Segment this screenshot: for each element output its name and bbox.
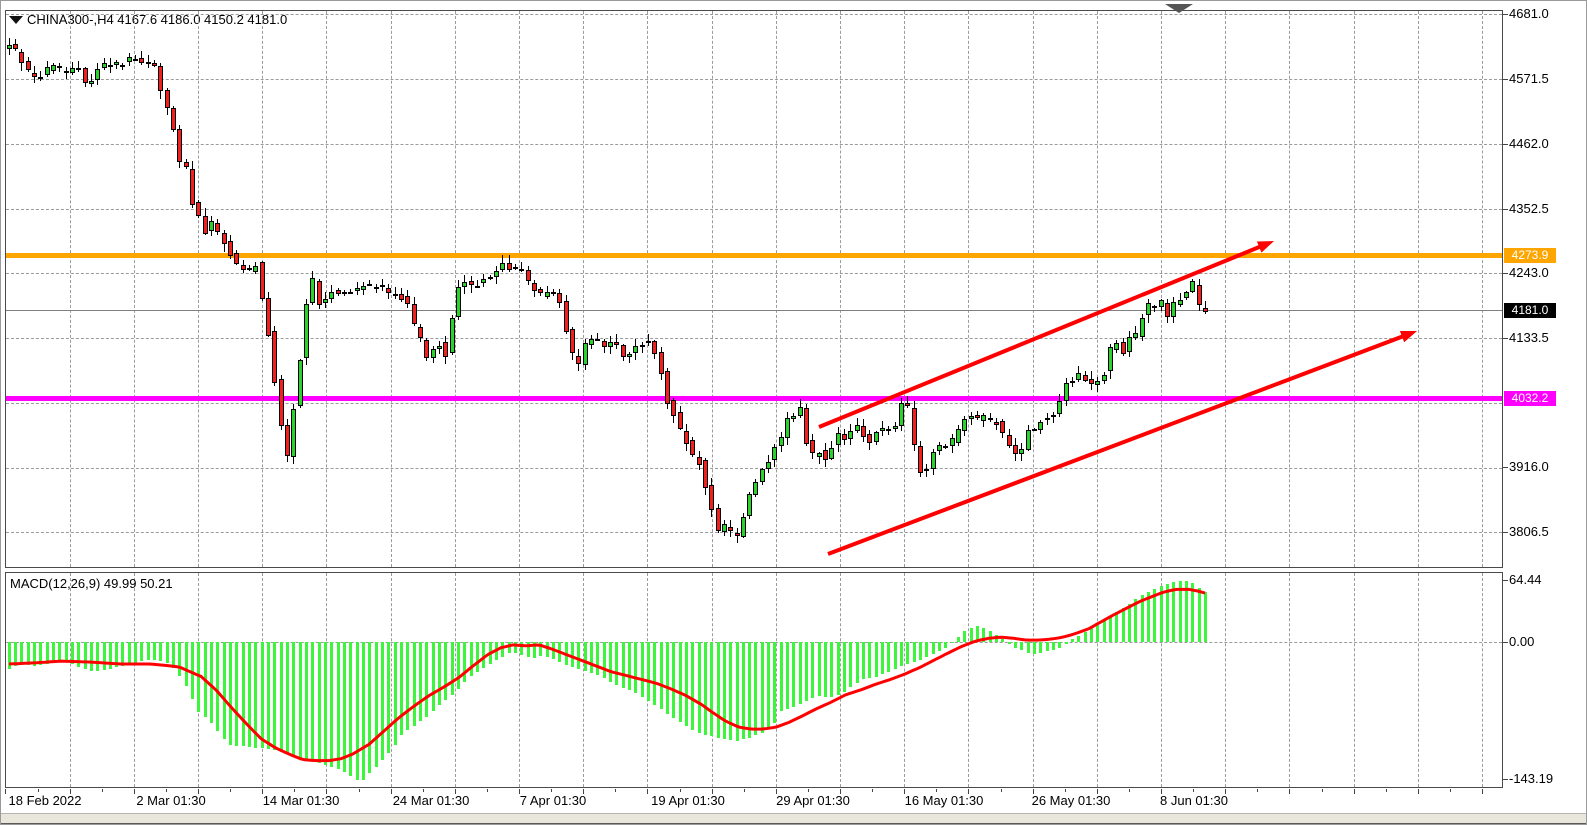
time-axis-label: 19 Apr 01:30 (651, 793, 725, 808)
time-axis-tick (1482, 789, 1483, 794)
price-axis-label: 4243.0 (1509, 265, 1549, 280)
price-axis-label: 4571.5 (1509, 71, 1549, 86)
time-axis-tick (102, 789, 103, 792)
time-axis-label: 18 Feb 2022 (8, 793, 81, 808)
time-axis-label: 29 Apr 01:30 (776, 793, 850, 808)
time-axis-tick (680, 789, 681, 792)
time-axis-tick (134, 789, 135, 794)
price-axis-label: 3916.0 (1509, 459, 1549, 474)
price-axis-tick (1503, 467, 1508, 468)
current-price-badge: 4181.0 (1504, 303, 1556, 318)
time-axis-tick (1322, 789, 1323, 792)
time-axis-tick (1386, 789, 1387, 792)
time-axis-tick (1001, 789, 1002, 792)
macd-axis-label: 64.44 (1509, 572, 1542, 587)
macd-axis-tick (1503, 642, 1508, 643)
time-axis-label: 16 May 01:30 (905, 793, 984, 808)
level-price-badge: 4273.9 (1504, 248, 1556, 263)
price-axis-tick (1503, 338, 1508, 339)
macd-axis-tick (1503, 580, 1508, 581)
price-axis-tick (1503, 273, 1508, 274)
price-axis-label: 4462.0 (1509, 136, 1549, 151)
scroll-position-marker[interactable] (1165, 4, 1193, 13)
price-axis-label: 4133.5 (1509, 330, 1549, 345)
time-axis-tick (294, 789, 295, 792)
time-axis-tick (1418, 789, 1419, 794)
time-axis-label: 14 Mar 01:30 (263, 793, 340, 808)
time-axis-label: 8 Jun 01:30 (1160, 793, 1228, 808)
time-axis-tick (391, 789, 392, 794)
price-axis-tick (1503, 14, 1508, 15)
time-axis-tick (1129, 789, 1130, 792)
time-axis-tick (1354, 789, 1355, 794)
price-axis-label: 3806.5 (1509, 524, 1549, 539)
time-axis-tick (1289, 789, 1290, 794)
time-axis-tick (166, 789, 167, 792)
time-axis-tick (551, 789, 552, 792)
time-axis-tick (744, 789, 745, 792)
time-axis-tick (38, 789, 39, 792)
time-axis-tick (423, 789, 424, 792)
time-axis-label: 24 Mar 01:30 (393, 793, 470, 808)
time-axis-tick (230, 789, 231, 792)
time-axis-tick (808, 789, 809, 792)
time-axis-label: 2 Mar 01:30 (136, 793, 205, 808)
price-axis-label: 4681.0 (1509, 6, 1549, 21)
price-axis-tick (1503, 532, 1508, 533)
macd-axis-label: 0.00 (1509, 634, 1534, 649)
macd-panel-frame (5, 572, 1503, 788)
time-axis-tick (1065, 789, 1066, 792)
time-axis-tick (1193, 789, 1194, 792)
time-axis-tick (1257, 789, 1258, 792)
price-axis-tick (1503, 209, 1508, 210)
time-axis-label: 7 Apr 01:30 (520, 793, 587, 808)
price-axis-tick (1503, 79, 1508, 80)
time-axis-tick (5, 789, 6, 794)
time-axis-tick (872, 789, 873, 792)
level-price-badge: 4032.2 (1504, 391, 1556, 406)
price-axis-tick (1503, 144, 1508, 145)
chart-window: CHINA300-,H4 4167.6 4186.0 4150.2 4181.0… (0, 0, 1587, 825)
time-axis-tick (1450, 789, 1451, 792)
time-axis-tick (615, 789, 616, 792)
time-axis-tick (647, 789, 648, 794)
price-axis-label: 4352.5 (1509, 201, 1549, 216)
time-axis-tick (487, 789, 488, 792)
main-chart-frame (5, 10, 1503, 568)
time-axis-label: 26 May 01:30 (1032, 793, 1111, 808)
time-axis-tick (936, 789, 937, 792)
macd-axis-tick (1503, 779, 1508, 780)
time-axis-tick (359, 789, 360, 792)
macd-indicator-label: MACD(12,26,9) 49.99 50.21 (10, 576, 173, 591)
macd-axis-label: -143.19 (1509, 771, 1553, 786)
